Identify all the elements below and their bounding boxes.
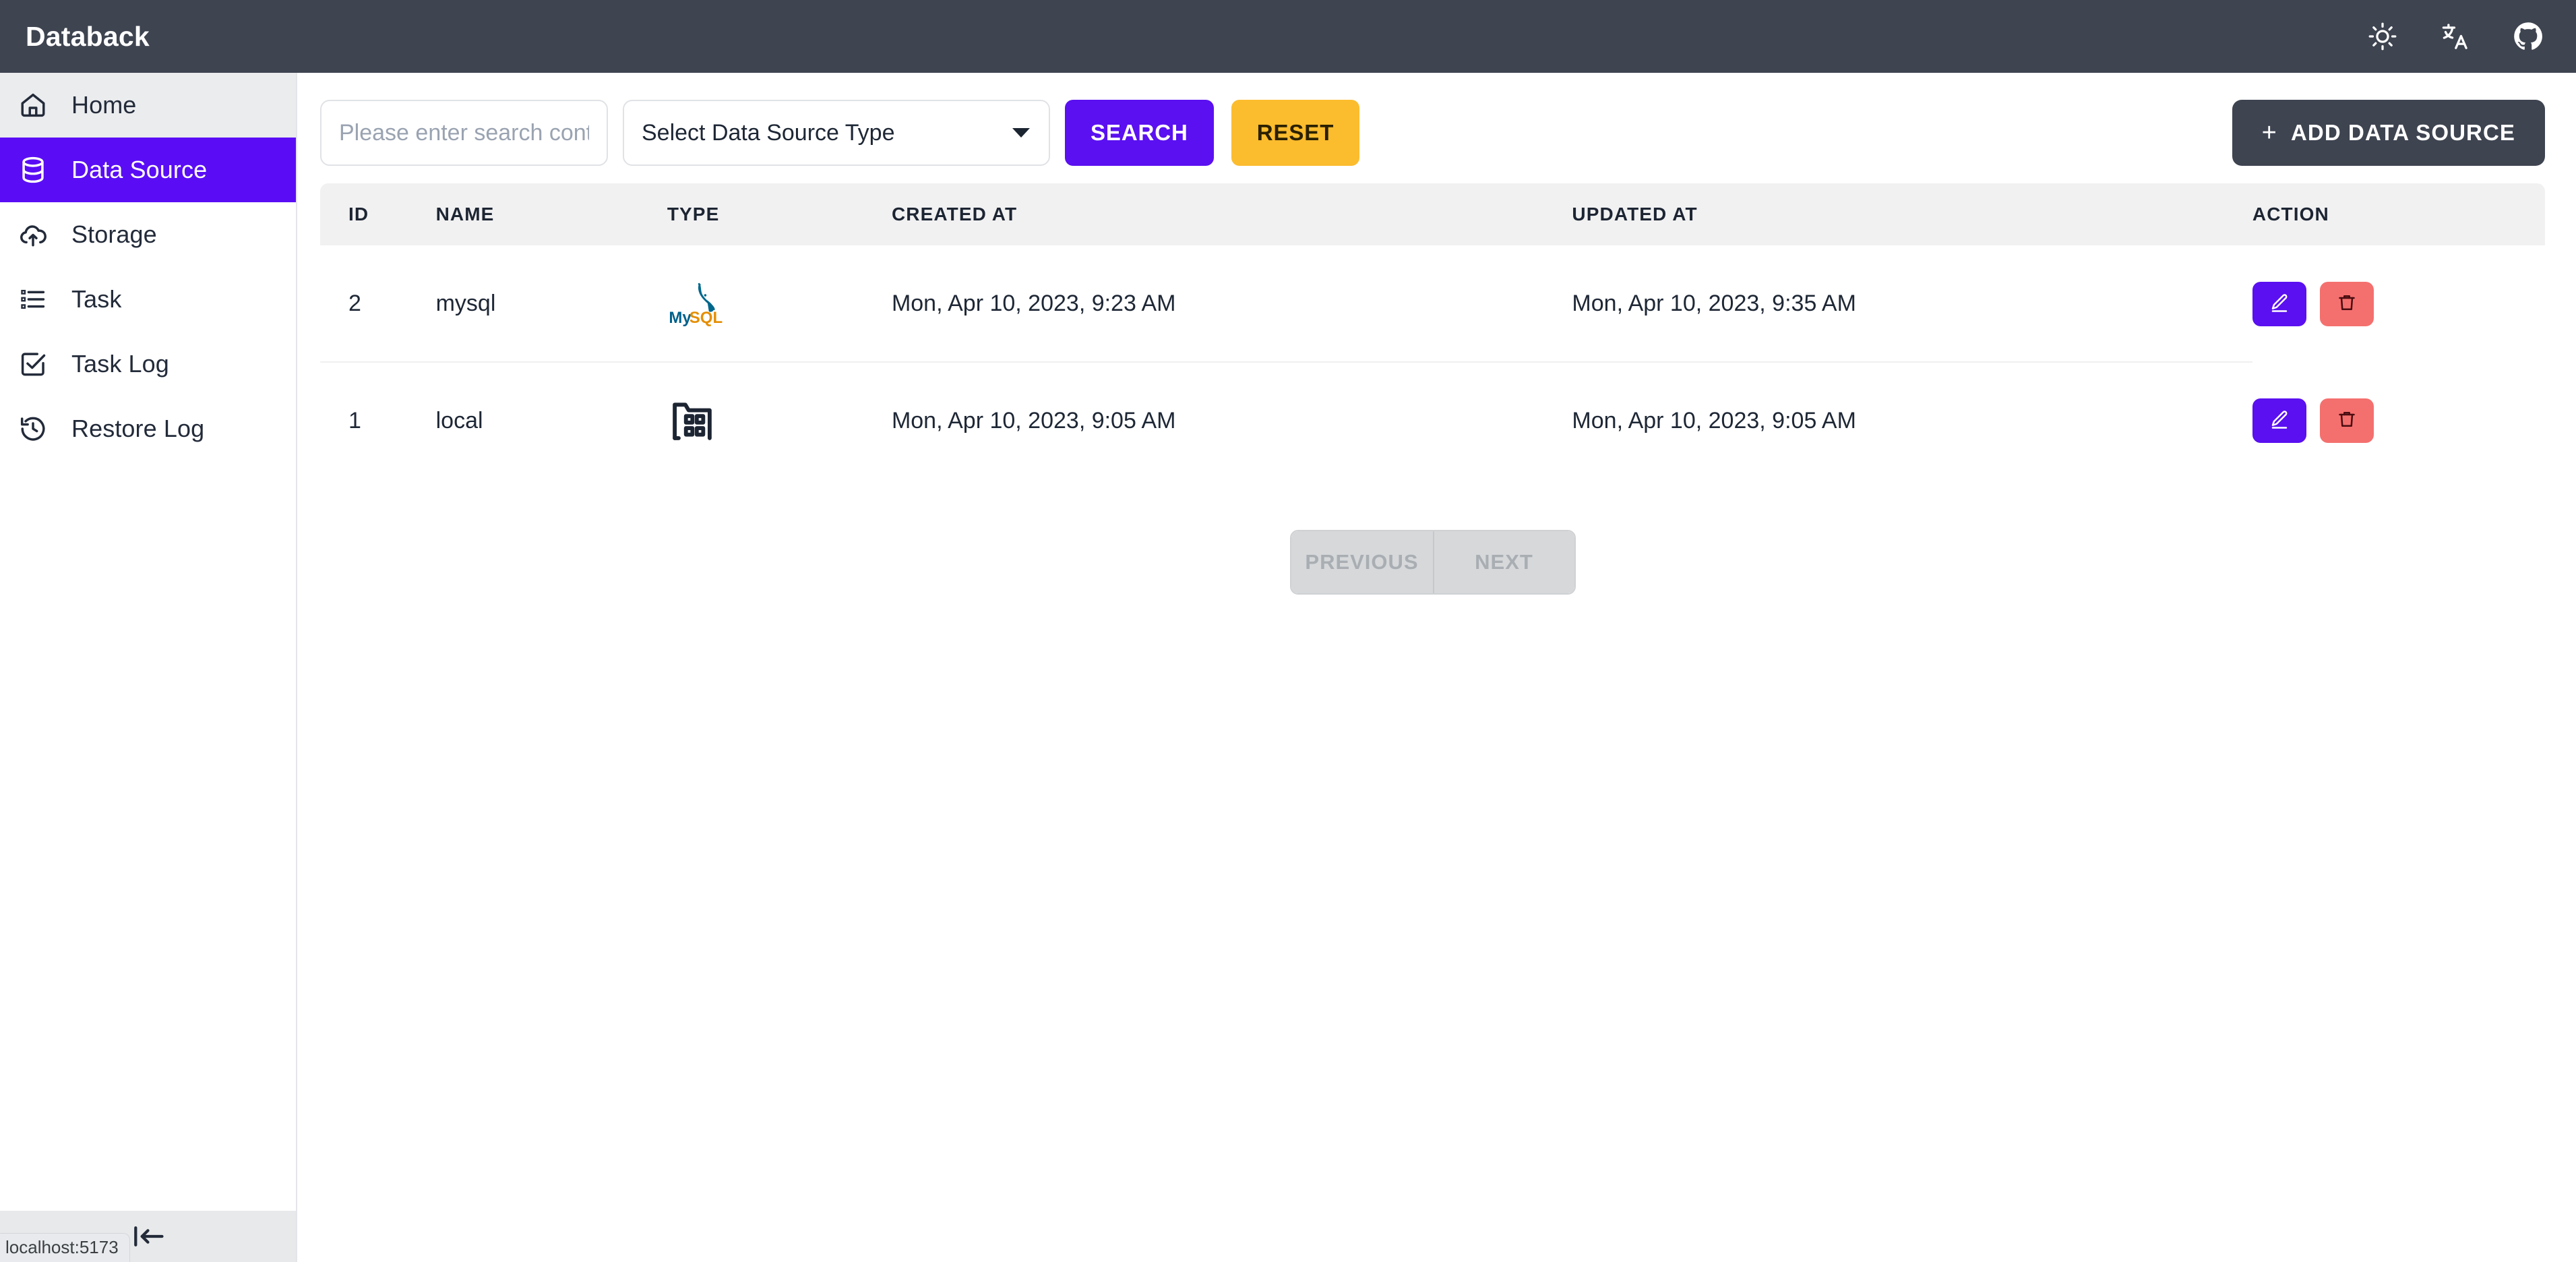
sidebar-item-label: Restore Log (71, 415, 205, 442)
data-source-table: ID NAME TYPE CREATED AT UPDATED AT ACTIO… (320, 183, 2545, 595)
sidebar-item-home[interactable]: Home (0, 73, 296, 138)
edit-row-button[interactable] (2252, 281, 2306, 326)
column-header-created: CREATED AT (891, 204, 1018, 224)
column-header-type: TYPE (667, 204, 720, 224)
history-icon (15, 411, 51, 447)
sidebar-item-restore-log[interactable]: Restore Log (0, 396, 296, 461)
cell-updated-at: Mon, Apr 10, 2023, 9:05 AM (1572, 407, 1856, 433)
language-icon[interactable] (2439, 20, 2472, 53)
home-icon (15, 87, 51, 123)
sidebar: Home Data Source Storage Task Task Log R… (0, 73, 297, 1262)
table-header-row: ID NAME TYPE CREATED AT UPDATED AT ACTIO… (320, 183, 2545, 245)
browser-status-bar: localhost:5173 (0, 1233, 130, 1262)
sidebar-item-storage[interactable]: Storage (0, 202, 296, 267)
column-header-id: ID (348, 204, 369, 224)
sidebar-item-label: Home (71, 91, 137, 119)
previous-page-button[interactable]: PREVIOUS (1291, 531, 1433, 593)
theme-toggle-icon[interactable] (2366, 20, 2399, 53)
check-square-icon (15, 346, 51, 382)
select-label: Select Data Source Type (642, 119, 895, 146)
add-data-source-button[interactable]: + ADD DATA SOURCE (2232, 100, 2545, 166)
filter-toolbar: Select Data Source Type SEARCH RESET + A… (297, 73, 2576, 169)
app-header: Databack (0, 0, 2576, 73)
sidebar-item-task[interactable]: Task (0, 267, 296, 332)
cell-name: mysql (435, 245, 667, 363)
pencil-icon (2269, 293, 2290, 315)
delete-row-button[interactable] (2319, 398, 2374, 443)
data-source-type-select[interactable]: Select Data Source Type (623, 100, 1050, 166)
sidebar-item-label: Data Source (71, 156, 208, 183)
cell-type (667, 362, 892, 479)
sidebar-item-label: Task Log (71, 350, 169, 378)
svg-text:My: My (669, 309, 692, 327)
add-data-source-label: ADD DATA SOURCE (2290, 120, 2515, 145)
cell-name: local (435, 407, 483, 433)
cell-created-at: Mon, Apr 10, 2023, 9:05 AM (891, 407, 1176, 433)
database-icon (15, 152, 51, 188)
header-actions (2366, 20, 2545, 53)
table-row[interactable]: 1 local Mon, Apr 10, 2023, 9:05 AM Mon, … (320, 362, 2545, 479)
delete-row-button[interactable] (2319, 281, 2374, 326)
table-row[interactable]: 2 mysql My SQL Mon, Apr 10, 2023, 9:23 A… (320, 245, 2545, 363)
svg-text:SQL: SQL (689, 309, 723, 327)
sidebar-item-task-log[interactable]: Task Log (0, 332, 296, 396)
cell-created-at: Mon, Apr 10, 2023, 9:23 AM (891, 245, 1572, 363)
column-header-action: ACTION (2252, 204, 2329, 224)
cell-type: My SQL (667, 245, 892, 363)
column-header-name: NAME (435, 204, 495, 224)
app-title: Databack (26, 20, 150, 52)
list-icon (15, 281, 51, 318)
cell-updated-at: Mon, Apr 10, 2023, 9:35 AM (1572, 245, 2252, 363)
pencil-icon (2269, 409, 2290, 431)
cloud-upload-icon (15, 216, 51, 253)
mysql-logo: My SQL (669, 282, 723, 327)
sidebar-item-label: Storage (71, 220, 157, 248)
sidebar-item-label: Task (71, 285, 122, 313)
cell-id: 1 (348, 407, 361, 433)
sidebar-item-data-source[interactable]: Data Source (0, 138, 296, 202)
cell-action (2252, 245, 2545, 362)
cell-id: 2 (320, 245, 436, 363)
collapse-left-icon[interactable] (125, 1219, 172, 1254)
column-header-updated: UPDATED AT (1572, 204, 1698, 224)
cell-action (2252, 362, 2545, 479)
local-folder-icon (672, 402, 712, 440)
trash-icon (2337, 409, 2357, 431)
chevron-down-icon (1012, 128, 1030, 138)
trash-icon (2337, 293, 2357, 315)
main-content: Select Data Source Type SEARCH RESET + A… (297, 73, 2576, 1262)
next-page-button[interactable]: NEXT (1432, 531, 1574, 593)
pagination: PREVIOUS NEXT (320, 530, 2545, 595)
search-input[interactable] (320, 100, 608, 166)
edit-row-button[interactable] (2252, 398, 2306, 443)
plus-icon: + (2261, 119, 2277, 147)
reset-button[interactable]: RESET (1231, 100, 1360, 166)
github-icon[interactable] (2511, 20, 2545, 53)
search-button[interactable]: SEARCH (1065, 100, 1214, 166)
